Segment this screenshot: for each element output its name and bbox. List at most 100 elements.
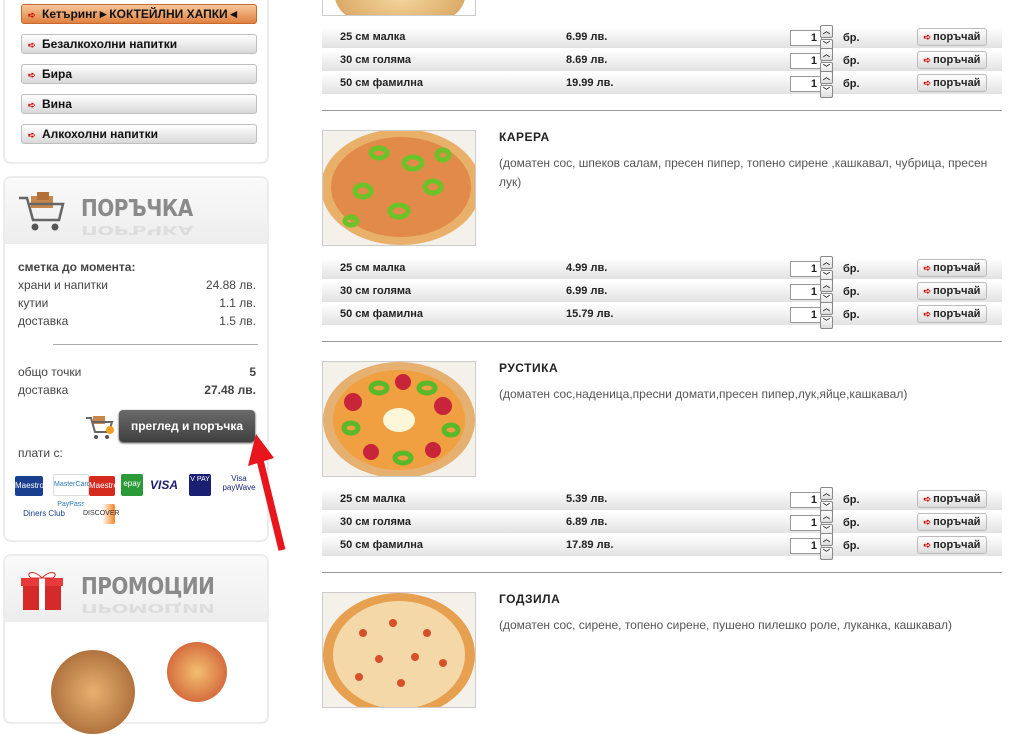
gift-icon — [21, 572, 63, 610]
size-label: 25 см малка — [340, 262, 406, 274]
price-row: 50 см фамилна 15.79 лв. 1 ︿ ﹀ бр. ➪ поръчай — [322, 302, 1002, 329]
product-image-godzila[interactable] — [322, 592, 476, 708]
product-description: (доматен сос, сирене, топено сирене, пуш… — [499, 618, 953, 632]
quantity-input[interactable]: 1 — [790, 284, 822, 300]
price-row: 50 см фамилна 17.89 лв. 1 ︿ ﹀ бр. ➪ поръчай — [322, 533, 1002, 560]
order-button[interactable]: ➪ поръчай — [917, 536, 987, 554]
left-sidebar: ➪ Кетъринг►КОКТЕЙЛНИ ХАПКИ◄ ➪ Безалкохолни… — [0, 0, 286, 734]
order-header: ПОРЪЧКА ПОРЪЧКА — [5, 178, 267, 244]
quantity-stepper[interactable]: ︿ ﹀ — [820, 533, 833, 560]
quantity-stepper[interactable]: ︿ ﹀ — [820, 487, 833, 514]
promo-title-reflection: ПРОМОЦИИ — [81, 600, 215, 616]
quantity-stepper[interactable]: ︿ ﹀ — [820, 510, 833, 537]
epay-logo: epay — [121, 474, 143, 496]
mastercard-logo: Maestro — [89, 476, 118, 496]
chevron-up-icon[interactable]: ︿ — [820, 25, 833, 38]
chevron-down-icon[interactable]: ﹀ — [820, 85, 833, 98]
size-label: 50 см фамилна — [340, 308, 423, 320]
unit-label: бр. — [843, 286, 860, 298]
price-value: 6.89 лв. — [566, 516, 608, 528]
chevron-up-icon[interactable]: ︿ — [820, 302, 833, 315]
chevron-up-icon[interactable]: ︿ — [820, 48, 833, 61]
quantity-stepper[interactable]: ︿ ﹀ — [820, 48, 833, 75]
separator — [322, 572, 1002, 573]
arrow-right-icon: ➪ — [28, 70, 36, 80]
visa-logo: VISA — [149, 478, 178, 492]
review-order-button[interactable]: преглед и поръчка — [119, 410, 255, 442]
shopping-cart-icon — [19, 192, 65, 231]
order-button[interactable]: ➪ поръчай — [917, 282, 987, 300]
quantity-stepper[interactable]: ︿ ﹀ — [820, 71, 833, 98]
arrow-right-icon: ➪ — [923, 540, 932, 550]
size-label: 25 см малка — [340, 493, 406, 505]
unit-label: бр. — [843, 78, 860, 90]
chevron-up-icon[interactable]: ︿ — [820, 510, 833, 523]
size-label: 25 см малка — [340, 31, 406, 43]
product-name: КАРЕРА — [499, 130, 550, 144]
quantity-input[interactable]: 1 — [790, 492, 822, 508]
chevron-down-icon[interactable]: ﹀ — [820, 316, 833, 329]
quantity-input[interactable]: 1 — [790, 76, 822, 92]
chevron-up-icon[interactable]: ︿ — [820, 71, 833, 84]
order-button[interactable]: ➪ поръчай — [917, 51, 987, 69]
pizza-photo — [323, 131, 475, 245]
chevron-up-icon[interactable]: ︿ — [820, 487, 833, 500]
arrow-right-icon: ➪ — [28, 100, 36, 110]
arrow-right-icon: ➪ — [28, 130, 36, 140]
chevron-down-icon[interactable]: ﹀ — [820, 547, 833, 560]
order-button[interactable]: ➪ поръчай — [917, 28, 987, 46]
price-row: 50 см фамилна 19.99 лв. 1 ︿ ﹀ бр. ➪ поръчай — [322, 71, 1002, 98]
price-value: 17.89 лв. — [566, 539, 614, 551]
quantity-stepper[interactable]: ︿ ﹀ — [820, 256, 833, 283]
price-value: 6.99 лв. — [566, 31, 608, 43]
quantity-input[interactable]: 1 — [790, 53, 822, 69]
promo-title: ПРОМОЦИИ — [81, 572, 215, 600]
product-image-rustika[interactable] — [322, 361, 476, 477]
category-soft-drinks[interactable]: ➪ Безалкохолни напитки — [21, 34, 257, 54]
quantity-input[interactable]: 1 — [790, 515, 822, 531]
chevron-up-icon[interactable]: ︿ — [820, 533, 833, 546]
order-button[interactable]: ➪ поръчай — [917, 259, 987, 277]
quantity-stepper[interactable]: ︿ ﹀ — [820, 25, 833, 52]
category-alcohol[interactable]: ➪ Алкохолни напитки — [21, 124, 257, 144]
order-button[interactable]: ➪ поръчай — [917, 74, 987, 92]
discover-logo: DISCOVER — [83, 504, 120, 524]
product-image-0[interactable] — [322, 0, 476, 16]
maestro-logo: Maestro — [15, 476, 44, 496]
subtotal-label: сметка до момента: — [18, 260, 136, 274]
product-image-karera[interactable] — [322, 130, 476, 246]
promo-image-dessert[interactable] — [51, 650, 135, 734]
red-arrow-icon — [248, 434, 286, 551]
promo-image-pizza[interactable] — [167, 642, 227, 702]
price-row: 30 см голяма 8.69 лв. 1 ︿ ﹀ бр. ➪ поръчай — [322, 48, 1002, 75]
arrow-right-icon: ➪ — [28, 40, 36, 50]
quantity-input[interactable]: 1 — [790, 538, 822, 554]
order-line-boxes: кутии 1.1 лв. — [18, 296, 256, 310]
category-panel: ➪ Кетъринг►КОКТЕЙЛНИ ХАПКИ◄ ➪ Безалкохолни… — [3, 0, 269, 164]
price-value: 15.79 лв. — [566, 308, 614, 320]
chevron-up-icon[interactable]: ︿ — [820, 256, 833, 269]
product-name: ГОДЗИЛА — [499, 592, 561, 606]
category-catering[interactable]: ➪ Кетъринг►КОКТЕЙЛНИ ХАПКИ◄ — [21, 4, 257, 24]
quantity-input[interactable]: 1 — [790, 30, 822, 46]
promo-header: ПРОМОЦИИ ПРОМОЦИИ — [5, 556, 267, 622]
points-row: общо точки 5 — [18, 365, 256, 379]
unit-label: бр. — [843, 263, 860, 275]
quantity-input[interactable]: 1 — [790, 307, 822, 323]
unit-label: бр. — [843, 540, 860, 552]
cart-add-icon — [86, 416, 114, 439]
arrow-right-icon: ➪ — [923, 32, 932, 42]
quantity-input[interactable]: 1 — [790, 261, 822, 277]
category-wine[interactable]: ➪ Вина — [21, 94, 257, 114]
order-button[interactable]: ➪ поръчай — [917, 513, 987, 531]
order-button[interactable]: ➪ поръчай — [917, 305, 987, 323]
order-line-delivery: доставка 1.5 лв. — [18, 314, 256, 328]
chevron-up-icon[interactable]: ︿ — [820, 279, 833, 292]
size-label: 30 см голяма — [340, 285, 412, 297]
quantity-stepper[interactable]: ︿ ﹀ — [820, 279, 833, 306]
order-button[interactable]: ➪ поръчай — [917, 490, 987, 508]
arrow-right-icon: ➪ — [923, 517, 932, 527]
quantity-stepper[interactable]: ︿ ﹀ — [820, 302, 833, 329]
arrow-right-icon: ➪ — [923, 78, 932, 88]
category-beer[interactable]: ➪ Бира — [21, 64, 257, 84]
